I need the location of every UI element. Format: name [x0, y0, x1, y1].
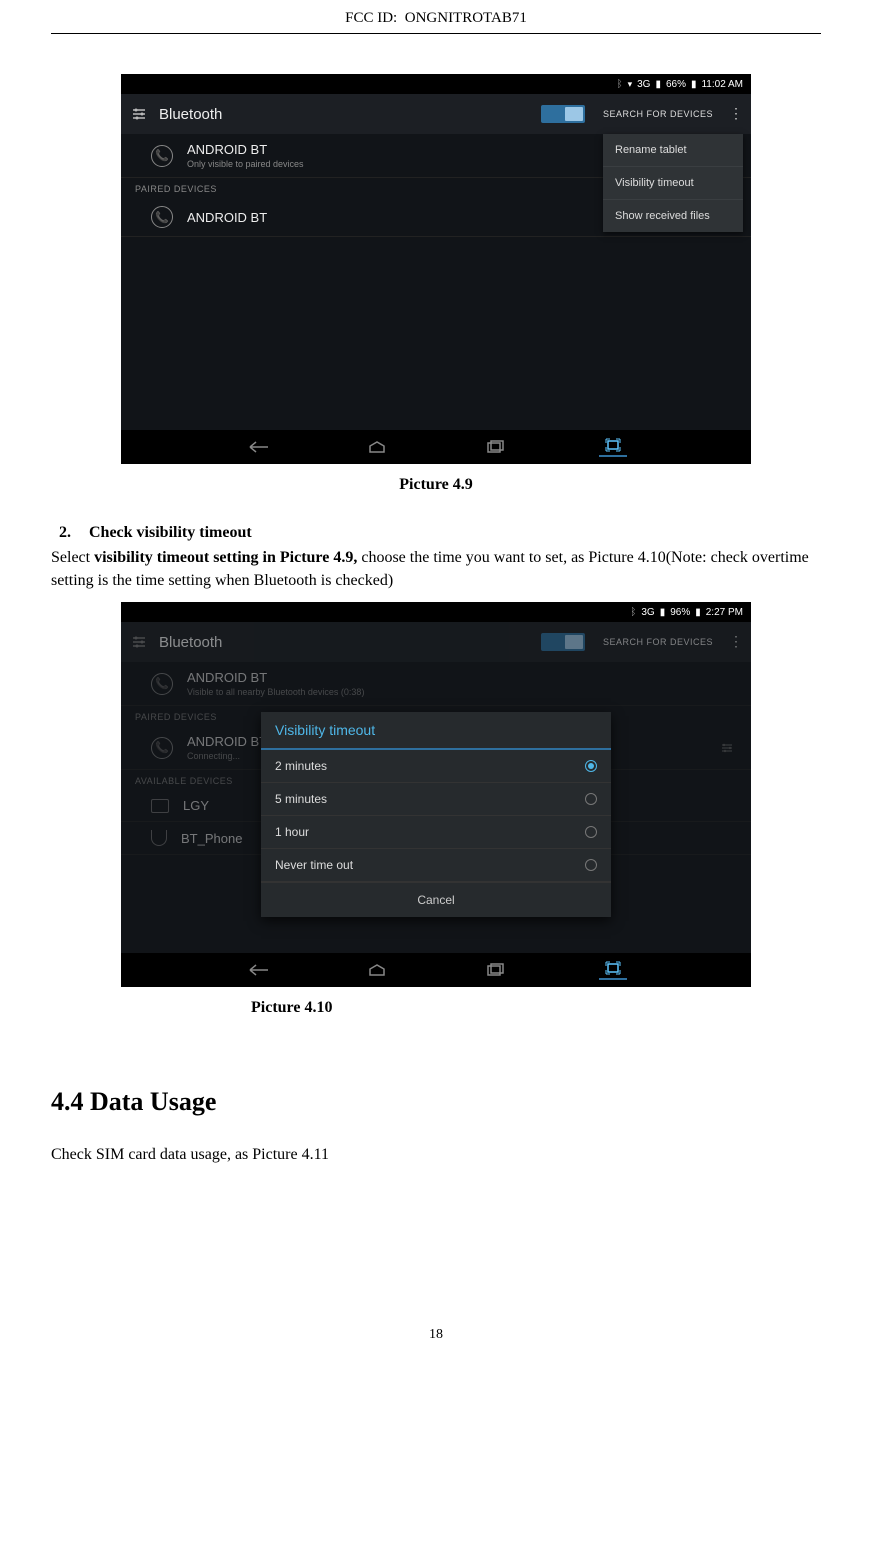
device-subtext: Visible to all nearby Bluetooth devices …: [187, 687, 364, 697]
radio-checked-icon: [585, 760, 597, 772]
status-bar: ᛒ ▾ 3G ▮ 66% ▮ 11:02 AM: [121, 74, 751, 94]
timeout-option-2min[interactable]: 2 minutes: [261, 750, 611, 783]
signal-bars-icon: ▮: [655, 79, 661, 90]
step-bold: visibility timeout setting in Picture 4.…: [94, 549, 357, 566]
nav-home-button[interactable]: [363, 437, 391, 457]
status-bar: ᛒ 3G ▮ 96% ▮ 2:27 PM: [121, 602, 751, 622]
page-title: Bluetooth: [159, 634, 531, 651]
titlebar: Bluetooth SEARCH FOR DEVICES ⋮: [121, 622, 751, 662]
clock: 2:27 PM: [706, 607, 743, 618]
radio-icon: [585, 826, 597, 838]
overflow-menu: Rename tablet Visibility timeout Show re…: [603, 134, 743, 232]
fcc-id-label: FCC ID:: [345, 10, 397, 26]
available-device-name: BT_Phone: [181, 831, 242, 846]
option-label: 1 hour: [275, 825, 309, 839]
caption-4-9: Picture 4.9: [51, 476, 821, 494]
timeout-option-5min[interactable]: 5 minutes: [261, 783, 611, 816]
settings-slider-icon[interactable]: [129, 104, 149, 124]
radio-icon: [585, 859, 597, 871]
nav-recent-button[interactable]: [481, 960, 509, 980]
menu-rename-tablet[interactable]: Rename tablet: [603, 134, 743, 167]
option-label: Never time out: [275, 858, 353, 872]
option-label: 2 minutes: [275, 759, 327, 773]
search-for-devices-button: SEARCH FOR DEVICES: [603, 637, 713, 647]
bluetooth-toggle[interactable]: [541, 105, 585, 123]
device-name: ANDROID BT: [187, 670, 364, 685]
headphone-icon: [151, 830, 167, 846]
nav-screenshot-button[interactable]: [599, 960, 627, 980]
nav-screenshot-button[interactable]: [599, 437, 627, 457]
timeout-option-1hour[interactable]: 1 hour: [261, 816, 611, 849]
step-heading: Check visibility timeout: [89, 524, 252, 542]
radio-icon: [585, 793, 597, 805]
page-number: 18: [51, 1327, 821, 1363]
settings-slider-icon: [129, 632, 149, 652]
step-body: Select visibility timeout setting in Pic…: [51, 546, 821, 592]
phone-icon: 📞: [151, 206, 173, 228]
cancel-button[interactable]: Cancel: [261, 882, 611, 917]
clock: 11:02 AM: [701, 79, 743, 90]
titlebar: Bluetooth SEARCH FOR DEVICES ⋮: [121, 94, 751, 134]
paired-device-name: ANDROID BT: [187, 210, 267, 225]
battery-percent: 66%: [666, 79, 686, 90]
overflow-menu-button[interactable]: ⋮: [729, 106, 743, 123]
computer-icon: [151, 799, 169, 813]
nav-recent-button[interactable]: [481, 437, 509, 457]
network-label: 3G: [637, 79, 650, 90]
nav-bar: [121, 953, 751, 987]
page-header: FCC ID: ONGNITROTAB71: [51, 0, 821, 34]
dialog-title: Visibility timeout: [261, 712, 611, 750]
paired-device-sub: Connecting...: [187, 751, 267, 761]
visibility-timeout-dialog: Visibility timeout 2 minutes 5 minutes 1…: [261, 712, 611, 917]
phone-icon: 📞: [151, 737, 173, 759]
device-name: ANDROID BT: [187, 142, 304, 157]
device-subtext: Only visible to paired devices: [187, 159, 304, 169]
bluetooth-toggle: [541, 633, 585, 651]
caption-4-10: Picture 4.10: [51, 999, 821, 1017]
battery-icon: ▮: [695, 607, 701, 618]
section-heading-data-usage: 4.4 Data Usage: [51, 1087, 821, 1117]
available-device-name: LGY: [183, 798, 209, 813]
menu-show-received-files[interactable]: Show received files: [603, 200, 743, 232]
paired-device-name: ANDROID BT: [187, 734, 267, 749]
phone-icon: 📞: [151, 673, 173, 695]
step-2-row: 2. Check visibility timeout: [59, 524, 821, 542]
phone-icon: 📞: [151, 145, 173, 167]
step-number: 2.: [59, 524, 71, 542]
fcc-id-value: ONGNITROTAB71: [405, 10, 527, 26]
step-before: Select: [51, 549, 94, 566]
timeout-option-never[interactable]: Never time out: [261, 849, 611, 882]
nav-home-button[interactable]: [363, 960, 391, 980]
network-label: 3G: [641, 607, 654, 618]
own-device-row: 📞 ANDROID BT Visible to all nearby Bluet…: [121, 662, 751, 706]
menu-visibility-timeout[interactable]: Visibility timeout: [603, 167, 743, 200]
section-text: Check SIM card data usage, as Picture 4.…: [51, 1143, 821, 1166]
search-for-devices-button[interactable]: SEARCH FOR DEVICES: [603, 109, 713, 119]
screenshot-picture-4-9: ᛒ ▾ 3G ▮ 66% ▮ 11:02 AM Bluetooth SEARCH…: [121, 74, 751, 464]
signal-bars-icon: ▮: [660, 607, 666, 618]
screenshot-picture-4-10: ᛒ 3G ▮ 96% ▮ 2:27 PM Bluetooth SEARCH FO…: [121, 602, 751, 987]
nav-back-button[interactable]: [245, 437, 273, 457]
bluetooth-status-icon: ᛒ: [617, 79, 623, 90]
battery-icon: ▮: [691, 79, 697, 90]
nav-bar: [121, 430, 751, 464]
page-title: Bluetooth: [159, 106, 531, 123]
nav-back-button[interactable]: [245, 960, 273, 980]
gear-icon: [717, 738, 737, 758]
option-label: 5 minutes: [275, 792, 327, 806]
overflow-menu-button: ⋮: [729, 634, 743, 651]
bluetooth-status-icon: ᛒ: [630, 607, 636, 618]
signal-icon: ▾: [628, 79, 633, 90]
battery-percent: 96%: [670, 607, 690, 618]
